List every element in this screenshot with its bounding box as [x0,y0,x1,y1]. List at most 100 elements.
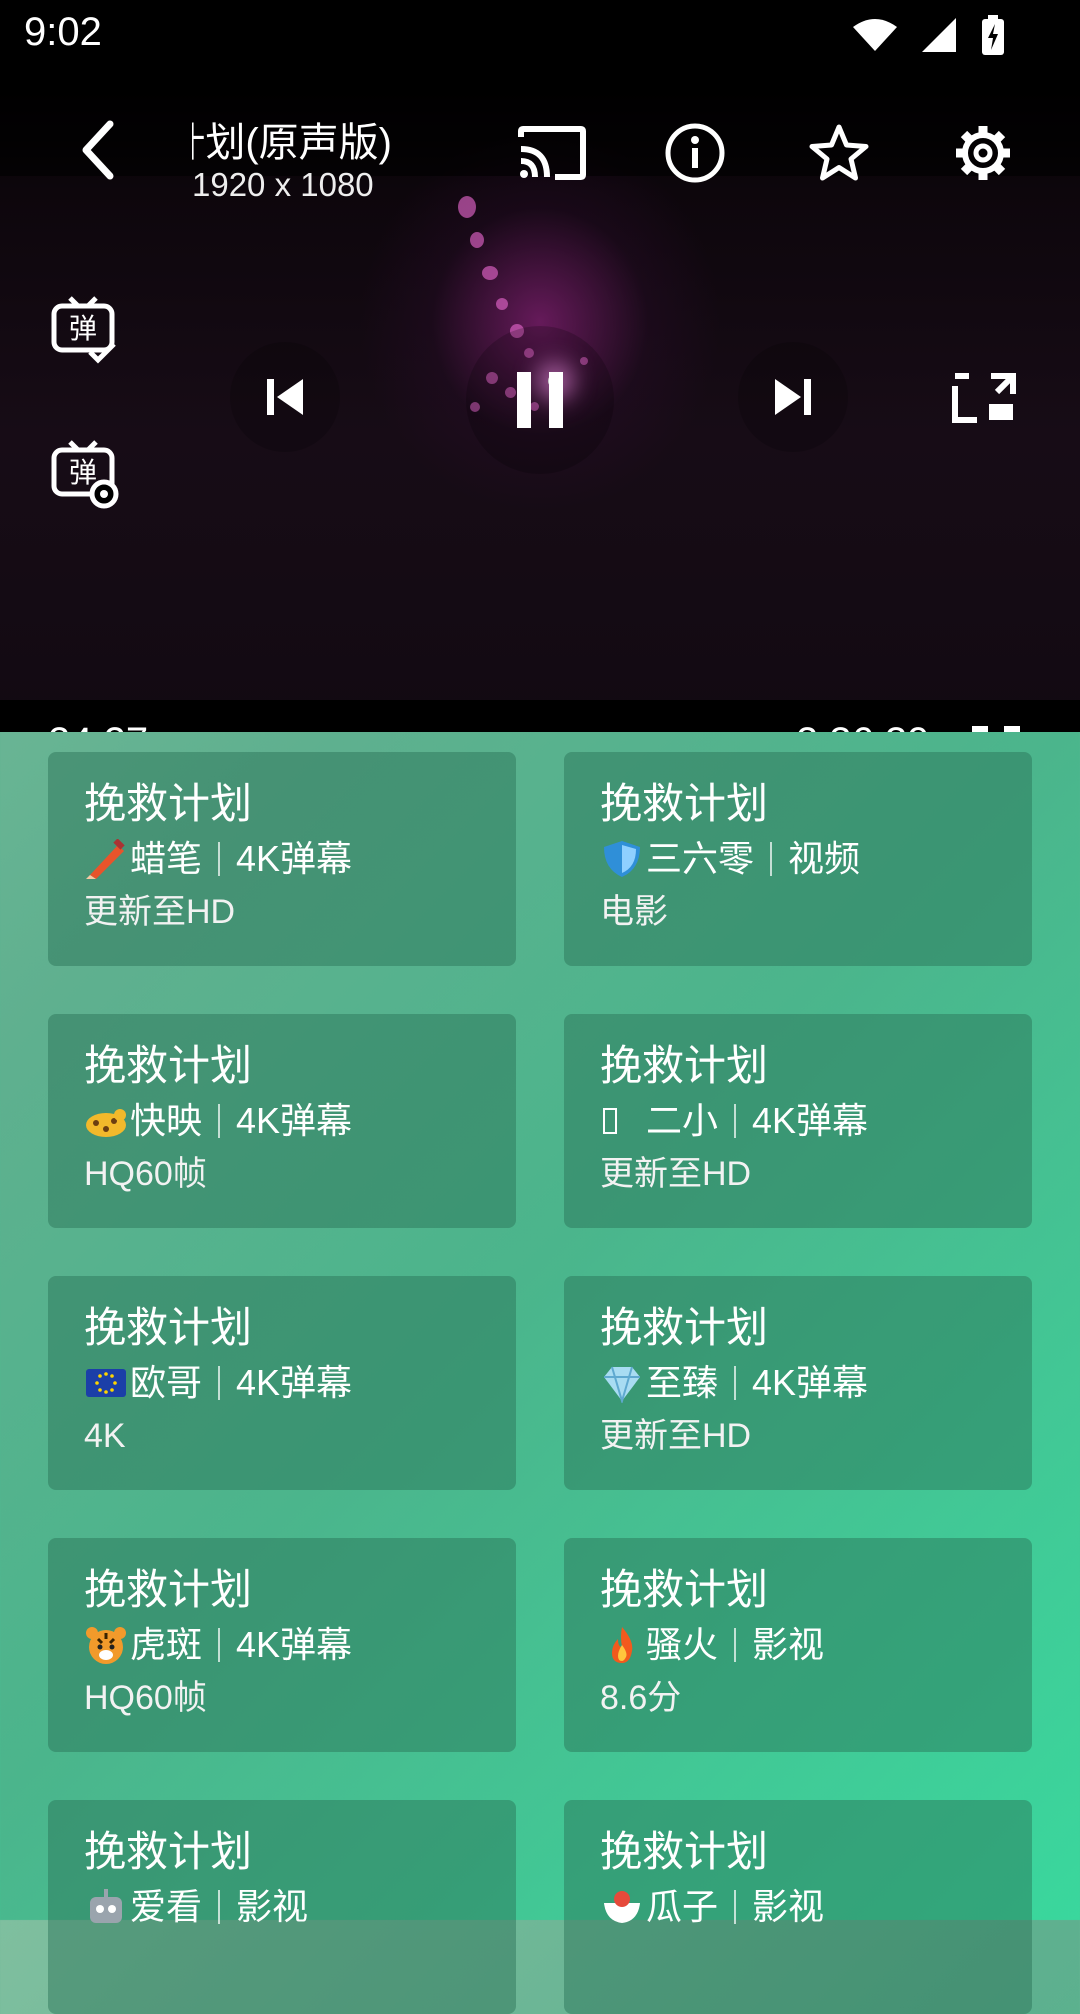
source-card[interactable]: 挽救计划爱看 影视 [48,1800,516,2014]
source-name: 爱看 [130,1886,203,1927]
fullscreen-icon [972,726,1020,732]
source-card[interactable]: 挽救计划 骚火 影视 8.6分 [564,1538,1032,1752]
source-title: 挽救计划 [84,1828,253,1875]
info-button[interactable] [664,122,726,184]
source-info: 至臻 4K弹幕 [600,1360,996,1406]
tiger-icon [84,1625,128,1665]
pause-icon [517,372,563,428]
source-info: 骚火 影视 [600,1622,996,1668]
source-info: 虎斑 4K弹幕 [84,1622,480,1668]
source-tag: 影视 [752,1624,825,1665]
source-card[interactable]: 挽救计划至臻 4K弹幕 更新至HD [564,1276,1032,1490]
source-note: 更新至HD [600,1155,752,1193]
source-grid: 挽救计划 蜡笔 4K弹幕 更新至HD 挽救计划 三六零 视频 电影 挽救计划 快映 4K弹幕 HQ60… [48,752,1032,2014]
status-time: 9:02 [24,10,102,54]
source-card[interactable]: 挽救计划 快映 4K弹幕 HQ60帧 [48,1014,516,1228]
source-card[interactable]: 挽救计划蜡笔 4K弹幕更新至HD [48,752,516,966]
source-note: 电影 [600,893,668,931]
source-card[interactable]: 挽救计划虎斑 4K弹幕 HQ60帧 [48,1538,516,1752]
source-card[interactable]: 挽救计划 三六零 视频 电影 [564,752,1032,966]
leopard-icon [84,1101,128,1141]
cast-button[interactable] [514,122,590,184]
source-title: 挽救计划 [84,1566,253,1613]
source-note: 更新至HD [84,893,236,931]
back-arrow-icon [82,120,114,180]
danmaku-settings-button[interactable]: 弹 [50,438,122,510]
divider [218,842,221,876]
eu-flag-icon [84,1363,128,1403]
divider [734,1104,737,1138]
aspect-ratio-button[interactable] [948,370,1020,426]
divider [218,1104,221,1138]
divider [734,1628,737,1662]
source-name: 瓜子 [646,1886,719,1927]
status-icons [852,14,1006,56]
signal-icon [922,18,956,52]
diamond-icon [600,1363,644,1405]
source-title: 挽救计划 [600,1566,769,1613]
cast-icon [518,126,586,180]
divider [770,842,773,876]
source-tag: 4K弹幕 [752,1100,869,1141]
source-info: 欧哥 4K弹幕 [84,1360,480,1406]
source-info: 爱看 影视 [84,1884,480,1930]
source-title: 挽救计划 [84,780,253,827]
source-title: 挽救计划 [600,1304,769,1351]
wifi-icon [853,19,897,51]
source-card[interactable]: 挽救计划 欧哥 4K弹幕 4K [48,1276,516,1490]
divider [734,1890,737,1924]
source-info: 三六零 视频 [600,836,996,882]
danmaku-check-icon: 弹 [51,296,116,364]
skip-previous-icon [267,379,303,415]
source-tag: 影视 [752,1886,825,1927]
next-button[interactable] [738,342,848,452]
svg-text:弹: 弹 [69,312,97,345]
source-tag: 视频 [788,838,861,879]
star-icon [809,124,869,181]
svg-text:弹: 弹 [69,456,97,489]
source-name: 至臻 [646,1362,719,1403]
source-tag: 4K弹幕 [236,1624,353,1665]
danmaku-settings-icon: 弹 [51,440,119,509]
source-note: 更新至HD [600,1417,752,1455]
source-info: 蜡笔 4K弹幕 [84,836,480,882]
source-title: 挽救计划 [600,1828,769,1875]
source-card[interactable]: 挽救计划瓜子 影视 [564,1800,1032,2014]
status-bar: 9:02 [0,0,1080,72]
current-time: 24:27 [48,720,148,732]
shield-icon [600,839,644,879]
fullscreen-button[interactable] [968,722,1024,732]
settings-button[interactable] [952,122,1014,184]
source-card[interactable]: 挽救计划二小 4K弹幕更新至HD [564,1014,1032,1228]
favorite-button[interactable] [808,122,870,184]
source-name: 三六零 [646,838,755,879]
source-name: 骚火 [646,1624,719,1665]
source-tag: 4K弹幕 [236,1100,353,1141]
aspect-ratio-icon [952,373,1016,423]
source-tag: 影视 [236,1886,309,1927]
video-title: 挽救计划(原声版) [192,121,392,165]
pause-button[interactable] [466,326,614,474]
previous-button[interactable] [230,342,340,452]
video-player[interactable]: 挽救计划(原声版) 1920 x 1080 弹 弹 24:27 2:36: [0,72,1080,732]
crayon-icon [84,838,128,879]
skip-next-icon [775,379,811,415]
robot-icon [84,1887,128,1927]
source-info: 二小 4K弹幕 [600,1098,996,1144]
divider [218,1628,221,1662]
video-title-area: 挽救计划(原声版) 1920 x 1080 [192,110,492,220]
video-resolution: 1920 x 1080 [192,166,374,203]
info-icon [665,123,725,183]
missing-glyph-icon [600,1101,644,1141]
source-note: HQ60帧 [84,1155,207,1193]
source-title: 挽救计划 [600,1042,769,1089]
back-button[interactable] [70,114,126,186]
danmaku-toggle-button[interactable]: 弹 [50,294,120,364]
source-note: HQ60帧 [84,1679,207,1717]
source-name: 虎斑 [130,1624,203,1665]
source-tag: 4K弹幕 [752,1362,869,1403]
source-title: 挽救计划 [84,1042,253,1089]
source-info: 瓜子 影视 [600,1884,996,1930]
gear-icon [956,126,1010,180]
player-controls-bar: 24:27 2:36:39 [0,700,1080,732]
